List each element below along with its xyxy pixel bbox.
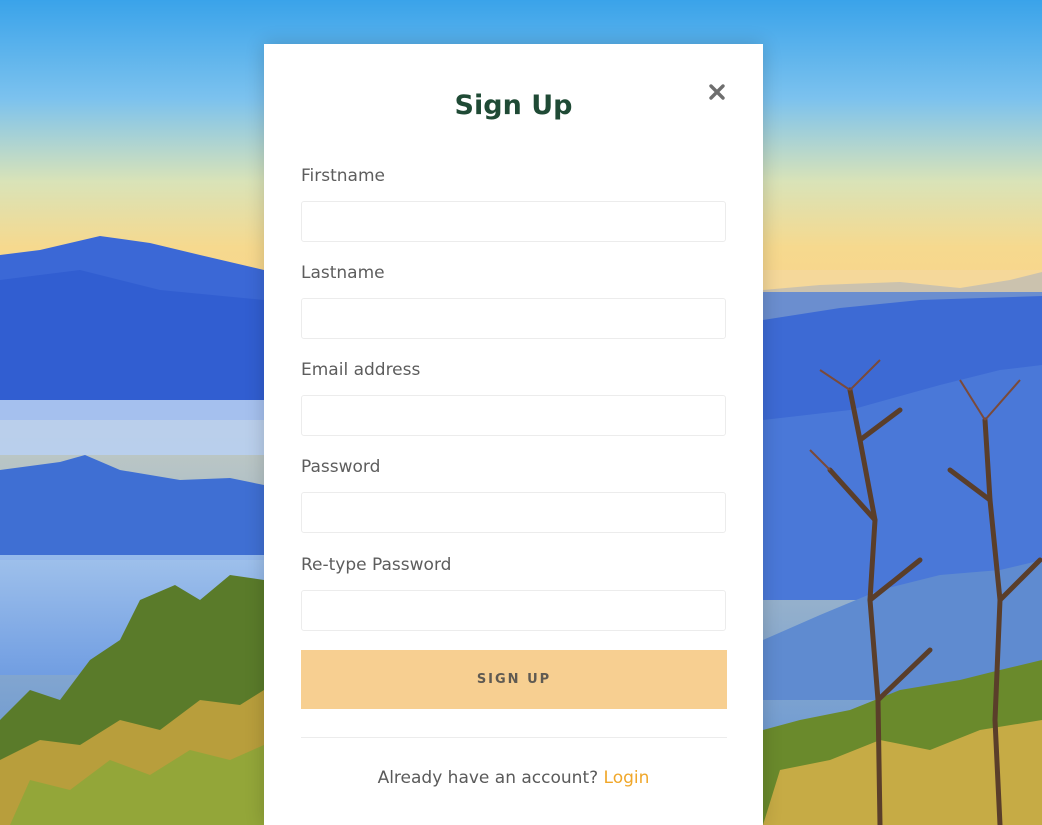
firstname-label: Firstname [301,166,385,186]
email-field[interactable] [301,395,726,436]
login-prompt: Already have an account? Login [264,768,763,788]
page-title: Sign Up [454,90,573,121]
signup-button[interactable]: SIGN UP [301,650,727,709]
login-prompt-text: Already have an account? [377,768,599,788]
login-link[interactable]: Login [604,768,650,788]
retype-password-field[interactable] [301,590,726,631]
retype-password-label: Re-type Password [301,555,452,575]
lastname-field[interactable] [301,298,726,339]
password-field[interactable] [301,492,726,533]
lastname-label: Lastname [301,263,385,283]
divider [301,737,727,738]
signup-modal: Sign Up Firstname Lastname Email address… [264,44,763,825]
firstname-field[interactable] [301,201,726,242]
password-label: Password [301,457,381,477]
email-label: Email address [301,360,421,380]
